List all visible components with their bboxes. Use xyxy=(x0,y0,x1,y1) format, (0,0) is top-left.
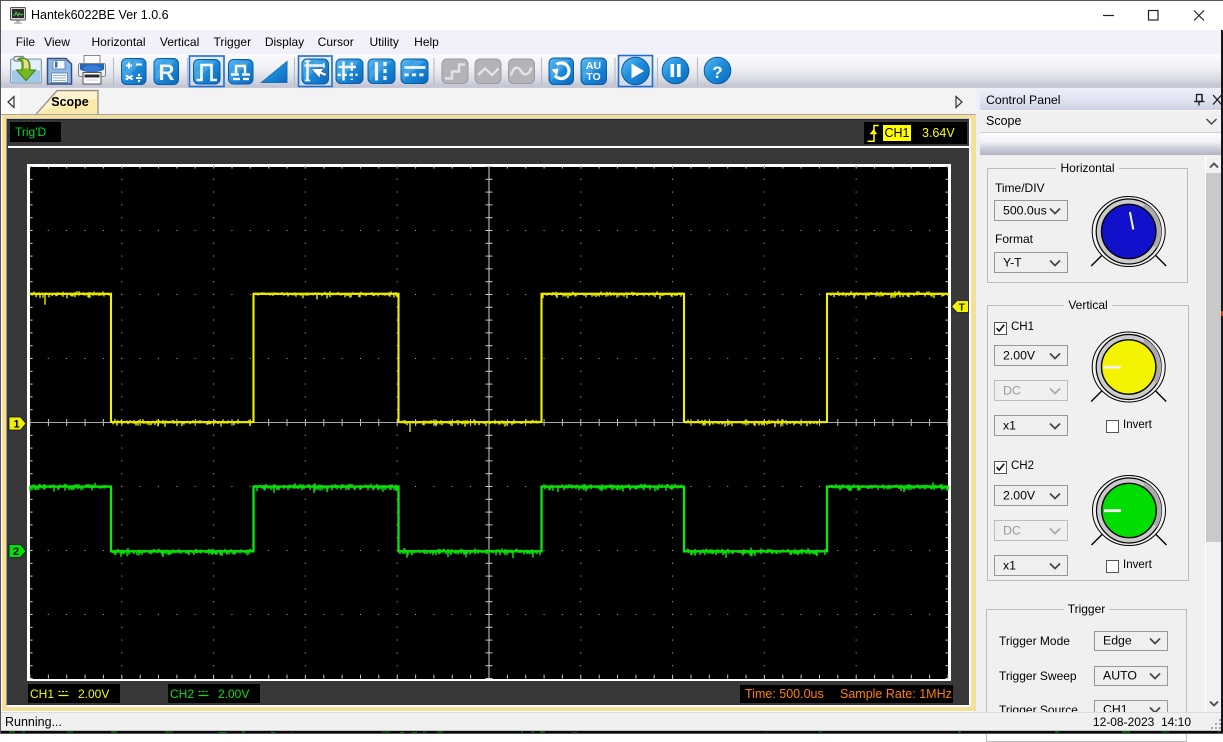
svg-text:1: 1 xyxy=(14,419,20,431)
svg-text:T: T xyxy=(959,302,966,314)
svg-text:2: 2 xyxy=(13,546,19,558)
